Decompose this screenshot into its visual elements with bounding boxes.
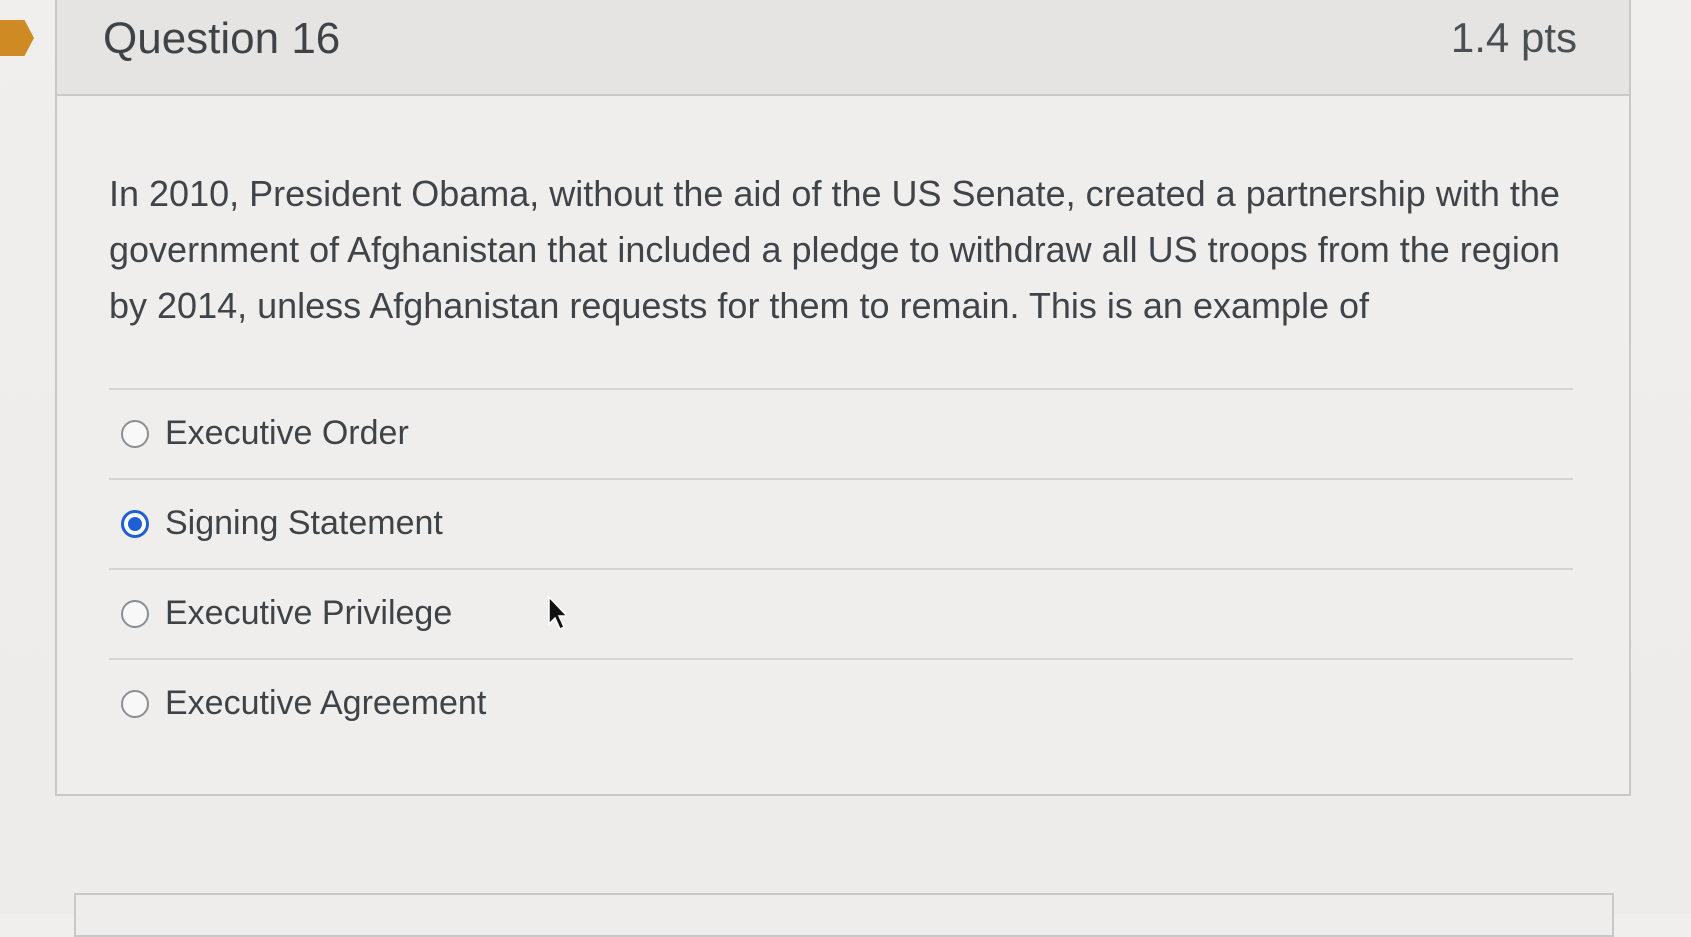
answer-option[interactable]: Executive Order xyxy=(109,388,1573,478)
answer-label[interactable]: Executive Privilege xyxy=(165,594,452,633)
mouse-pointer-icon xyxy=(548,596,567,630)
question-text: In 2010, President Obama, without the ai… xyxy=(109,173,1560,326)
question-title: Question 16 xyxy=(103,14,341,63)
answer-label[interactable]: Executive Order xyxy=(165,414,409,453)
answer-option[interactable]: Executive Privilege xyxy=(109,568,1573,658)
radio-button-icon[interactable] xyxy=(121,420,149,448)
question-body: In 2010, President Obama, without the ai… xyxy=(73,96,1613,794)
answer-label[interactable]: Signing Statement xyxy=(165,504,443,543)
bookmark-flag-icon[interactable] xyxy=(0,20,34,56)
answer-option[interactable]: Executive Agreement xyxy=(109,658,1573,748)
question-card: Question 16 1.4 pts In 2010, President O… xyxy=(55,0,1631,796)
radio-button-icon[interactable] xyxy=(121,690,149,718)
radio-button-icon[interactable] xyxy=(121,510,149,538)
radio-button-icon[interactable] xyxy=(121,600,149,628)
answer-label[interactable]: Executive Agreement xyxy=(165,684,486,723)
question-header: Question 16 1.4 pts xyxy=(57,0,1629,96)
question-points: 1.4 pts xyxy=(1450,14,1577,61)
next-question-card xyxy=(74,893,1614,937)
answer-option[interactable]: Signing Statement xyxy=(109,478,1573,568)
answer-list: Executive Order Signing Statement Execut… xyxy=(109,388,1573,748)
